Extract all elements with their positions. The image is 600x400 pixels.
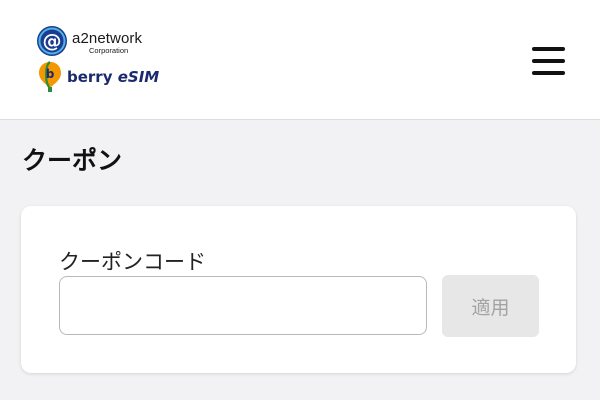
berry-esim-logo[interactable]: b berry eSIM [38, 60, 168, 94]
berry-balloon-logo-icon: b [39, 61, 61, 92]
coupon-code-input[interactable] [59, 276, 427, 335]
berry-esim-logo-text: berry eSIM [67, 68, 159, 86]
apply-button[interactable]: 適用 [442, 275, 539, 337]
hamburger-menu-icon-bar [532, 59, 565, 63]
hamburger-menu-button[interactable] [528, 44, 568, 78]
svg-text:@: @ [43, 30, 62, 52]
a2network-logo-text: a2network [72, 30, 143, 47]
berry-logo-word: berry [67, 68, 113, 86]
esim-logo-word: eSIM [117, 68, 160, 86]
a2network-logo[interactable]: @ a2network Corporation [35, 24, 165, 58]
at-sign-logo-icon: @ [37, 26, 67, 56]
hamburger-menu-icon [532, 47, 565, 51]
hamburger-menu-icon-bar [532, 71, 565, 75]
svg-text:b: b [46, 67, 55, 81]
page-title: クーポン [22, 146, 123, 175]
a2network-logo-subtext: Corporation [89, 46, 129, 55]
coupon-card: クーポンコード 適用 [21, 206, 576, 373]
site-header: @ a2network Corporation b berry eSIM [0, 0, 600, 120]
coupon-code-label: クーポンコード [59, 250, 206, 274]
